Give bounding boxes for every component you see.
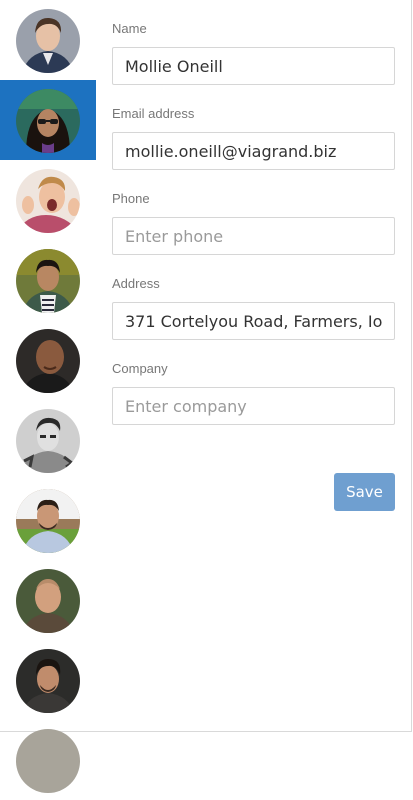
avatar-man-bw [16, 409, 80, 473]
name-field[interactable] [112, 47, 395, 85]
contact-item-6[interactable] [0, 400, 96, 480]
contact-item-2[interactable] [0, 80, 96, 160]
contact-item-8[interactable] [0, 560, 96, 640]
avatar-man-striped-shirt [16, 249, 80, 313]
avatar-man-dark-hair [16, 649, 80, 713]
company-label: Company [112, 361, 168, 376]
phone-label: Phone [112, 191, 150, 206]
address-label: Address [112, 276, 160, 291]
contact-item-1[interactable] [0, 0, 96, 80]
address-field[interactable] [112, 302, 395, 340]
contact-avatar-list [0, 0, 96, 793]
contact-item-10-partial[interactable] [0, 720, 96, 800]
save-button[interactable]: Save [334, 473, 395, 511]
email-label: Email address [112, 106, 195, 121]
company-field[interactable] [112, 387, 395, 425]
phone-field[interactable] [112, 217, 395, 255]
contact-item-3[interactable] [0, 160, 96, 240]
avatar-bald-man [16, 329, 80, 393]
email-field[interactable] [112, 132, 395, 170]
avatar-partial [16, 729, 80, 793]
avatar-man-outdoors [16, 489, 80, 553]
avatar-man-shaved-head [16, 569, 80, 633]
contact-item-5[interactable] [0, 320, 96, 400]
contact-item-4[interactable] [0, 240, 96, 320]
avatar-woman-selfie [16, 89, 80, 153]
avatar-young-man-suit [16, 9, 80, 73]
contact-item-7[interactable] [0, 480, 96, 560]
name-label: Name [112, 21, 147, 36]
contact-item-9[interactable] [0, 640, 96, 720]
avatar-excited-man [16, 169, 80, 233]
